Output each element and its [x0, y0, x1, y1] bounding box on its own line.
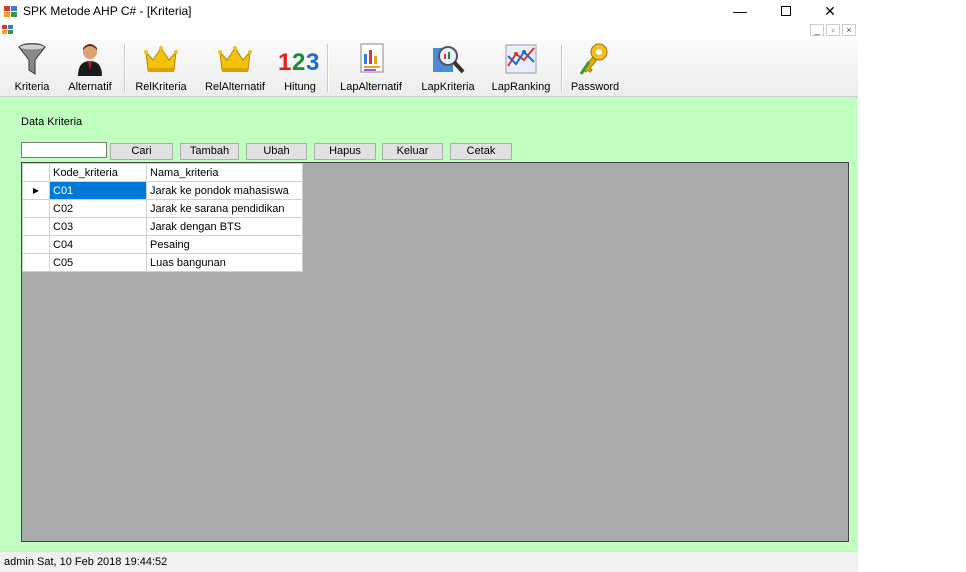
row-header[interactable] [22, 199, 50, 218]
toolbar-alternatif-button[interactable]: Alternatif [60, 42, 120, 94]
row-header[interactable] [22, 217, 50, 236]
toolbar-relalternatif-button[interactable]: RelAlternatif [198, 42, 272, 94]
tambah-button[interactable]: Tambah [180, 143, 239, 160]
app-icon [4, 6, 17, 17]
minimize-button[interactable]: — [718, 0, 762, 22]
crown-icon [144, 46, 178, 72]
table-cell[interactable]: C01 [49, 181, 147, 200]
status-bar: admin Sat, 10 Feb 2018 19:44:52 [0, 551, 858, 572]
toolbar-label: Hitung [284, 81, 316, 93]
cetak-button[interactable]: Cetak [450, 143, 512, 160]
toolbar-label: LapAlternatif [340, 81, 402, 93]
table-cell[interactable]: Jarak dengan BTS [146, 217, 303, 236]
person-icon [78, 44, 102, 76]
status-text: admin Sat, 10 Feb 2018 19:44:52 [4, 556, 168, 568]
toolbar-lapranking-button[interactable]: LapRanking [487, 42, 555, 94]
maximize-button[interactable] [764, 0, 808, 22]
toolbar-label: RelAlternatif [205, 81, 265, 93]
kriteria-data-grid[interactable]: Kode_kriteria Nama_kriteria ▶ C01 Jarak … [21, 162, 849, 542]
maximize-icon [781, 6, 791, 16]
keys-icon [579, 43, 608, 75]
toolbar-label: LapRanking [491, 81, 551, 93]
minimize-icon: — [733, 3, 747, 19]
close-button[interactable]: ✕ [808, 0, 852, 22]
table-cell[interactable]: C05 [49, 253, 147, 272]
table-cell[interactable]: Pesaing [146, 235, 303, 254]
toolbar-lapalternatif-button[interactable]: LapAlternatif [333, 42, 409, 94]
row-header-corner[interactable] [22, 163, 50, 182]
column-header[interactable]: Kode_kriteria [49, 163, 147, 182]
toolbar-separator [561, 44, 563, 92]
table-row[interactable]: C02 Jarak ke sarana pendidikan [22, 199, 303, 218]
table-row[interactable]: C05 Luas bangunan [22, 253, 303, 272]
main-toolbar: Kriteria Alternatif RelKriteria RelAlter… [0, 40, 858, 97]
table-row[interactable]: C03 Jarak dengan BTS [22, 217, 303, 236]
toolbar-separator [327, 44, 329, 92]
toolbar-label: Alternatif [68, 81, 112, 93]
toolbar-kriteria-button[interactable]: Kriteria [10, 42, 54, 94]
table-cell[interactable]: C03 [49, 217, 147, 236]
crown-icon [218, 46, 252, 72]
kriteria-form: Data Kriteria Cari Tambah Ubah Hapus Kel… [0, 97, 858, 551]
table-cell[interactable]: C04 [49, 235, 147, 254]
toolbar-password-button[interactable]: Password [567, 42, 623, 94]
toolbar-hitung-button[interactable]: 1 2 3 Hitung [278, 42, 322, 94]
svg-text:3: 3 [306, 49, 319, 76]
table-header-row: Kode_kriteria Nama_kriteria [22, 163, 303, 182]
row-header[interactable] [22, 235, 50, 254]
mdi-restore-icon[interactable]: ▫ [826, 24, 840, 36]
toolbar-label: RelKriteria [135, 81, 187, 93]
title-bar: SPK Metode AHP C# - [Kriteria] — ✕ [0, 0, 858, 22]
table-cell[interactable]: Jarak ke pondok mahasiswa [146, 181, 303, 200]
row-header[interactable] [22, 253, 50, 272]
funnel-icon [17, 43, 47, 75]
mdi-minimize-icon[interactable]: _ [810, 24, 824, 36]
current-row-indicator-icon[interactable]: ▶ [22, 181, 50, 200]
toolbar-relkriteria-button[interactable]: RelKriteria [130, 42, 192, 94]
ubah-button[interactable]: Ubah [246, 143, 307, 160]
toolbar-label: Password [570, 81, 620, 93]
numbers-123-icon: 1 2 3 [278, 49, 319, 76]
kriteria-table: Kode_kriteria Nama_kriteria ▶ C01 Jarak … [22, 163, 303, 272]
cari-button[interactable]: Cari [110, 143, 173, 160]
mdi-close-icon[interactable]: × [842, 24, 856, 36]
mdi-window-controls: _ ▫ × [808, 24, 856, 36]
report-icon [360, 43, 384, 73]
section-label: Data Kriteria [21, 116, 83, 128]
table-row[interactable]: C04 Pesaing [22, 235, 303, 254]
keluar-button[interactable]: Keluar [382, 143, 443, 160]
toolbar-label: LapKriteria [421, 81, 475, 93]
mdi-menu-strip: _ ▫ × [0, 22, 858, 40]
close-icon: ✕ [824, 3, 836, 19]
svg-text:2: 2 [292, 49, 305, 76]
svg-text:1: 1 [278, 49, 291, 76]
child-window-icon[interactable] [2, 24, 14, 36]
table-cell[interactable]: Luas bangunan [146, 253, 303, 272]
search-input[interactable] [21, 142, 107, 158]
column-header[interactable]: Nama_kriteria [146, 163, 303, 182]
hapus-button[interactable]: Hapus [314, 143, 376, 160]
chart-icon [505, 44, 537, 74]
window-title: SPK Metode AHP C# - [Kriteria] [23, 4, 192, 18]
toolbar-separator [124, 44, 126, 92]
toolbar-lapkriteria-button[interactable]: LapKriteria [415, 42, 481, 94]
magnifier-report-icon [433, 46, 465, 74]
table-row[interactable]: ▶ C01 Jarak ke pondok mahasiswa [22, 181, 303, 200]
table-cell[interactable]: C02 [49, 199, 147, 218]
toolbar-label: Kriteria [14, 81, 50, 93]
table-cell[interactable]: Jarak ke sarana pendidikan [146, 199, 303, 218]
